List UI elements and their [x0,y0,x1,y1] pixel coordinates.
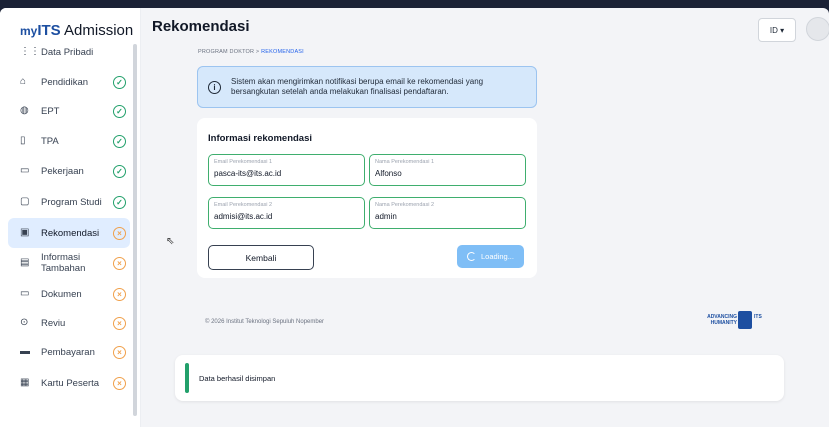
sidebar-item-label: Pembayaran [41,346,95,358]
mouse-cursor-icon: ⇖ [166,236,175,247]
spinner-icon [467,252,477,261]
field-value[interactable]: pasca-its@its.ac.id [214,169,281,178]
window-top-bar [0,0,829,8]
field-label: Nama Perekomendasi 2 [375,202,435,208]
recommendation-icon: ▣ [20,227,30,238]
x-circle-icon: × [113,345,126,359]
check-circle-icon: ✓ [113,164,126,178]
x-circle-icon: × [113,287,126,301]
sidebar-item-label: TPA [41,135,59,147]
sidebar-item-label: Reviu [41,317,66,329]
sidebar-item-label: Rekomendasi [41,227,100,239]
alert-text: Sistem akan mengirimkan notifikasi berup… [231,77,484,96]
briefcase-icon: ▭ [20,165,30,176]
breadcrumb-current: REKOMENDASI [261,49,304,55]
grid-icon: ⋮⋮ [20,46,40,57]
sidebar-item-kartu-peserta[interactable]: ▦ Kartu Peserta × [8,368,130,398]
avatar[interactable] [806,17,829,41]
x-circle-icon: × [113,226,126,240]
breadcrumb-parent[interactable]: PROGRAM DOKTOR [198,49,254,55]
success-toast: Data berhasil disimpan [175,355,784,401]
sidebar-item-label: Data Pribadi [41,46,94,58]
sidebar-item-data-pribadi[interactable]: ⋮⋮ Data Pribadi [8,37,130,67]
sidebar-item-label: Kartu Peserta [41,377,100,389]
its-logo-text: ITS [754,314,762,320]
check-circle-icon: ✓ [113,104,126,118]
loading-label: Loading... [481,252,514,261]
sidebar-item-reviu[interactable]: ⊙ Reviu × [8,308,130,338]
brand-prefix: my [20,24,38,38]
field-value[interactable]: admisi@its.ac.id [214,212,272,221]
sidebar-item-label: EPT [41,105,60,117]
footer-copyright: © 2026 Institut Teknologi Sepuluh Nopemb… [205,319,325,325]
sidebar-item-informasi-tambahan[interactable]: ▤ Informasi Tambahan × [8,248,130,278]
check-circle-icon: ✓ [113,134,126,148]
sidebar-item-label: Pendidikan [41,76,89,88]
field-value[interactable]: admin [375,212,397,221]
sidebar-item-label: Informasi Tambahan [41,252,86,274]
sidebar-item-pekerjaan[interactable]: ▭ Pekerjaan ✓ [8,156,130,186]
info-doc-icon: ▤ [20,257,30,268]
toast-message: Data berhasil disimpan [199,374,276,383]
breadcrumb: PROGRAM DOKTOR > REKOMENDASI [198,49,304,55]
email-recommender-2-field[interactable]: Email Perekomendasi 2 admisi@its.ac.id [208,197,365,229]
card-icon: ▬ [20,346,30,357]
sidebar-item-pembayaran[interactable]: ▬ Pembayaran × [8,337,130,367]
folder-icon: ▭ [20,288,30,299]
toast-status-bar [185,363,189,393]
id-card-icon: ▦ [20,377,30,388]
field-value[interactable]: Alfonso [375,169,402,178]
document-icon: ▯ [20,135,26,146]
field-label: Email Perekomendasi 1 [214,159,273,165]
back-button[interactable]: Kembali [208,245,314,270]
info-icon: i [208,80,221,94]
sidebar-item-label: Dokumen [41,288,82,300]
its-logo-icon [738,311,752,329]
x-circle-icon: × [113,316,126,330]
field-label: Email Perekomendasi 2 [214,202,273,208]
search-icon: ⊙ [20,317,29,328]
sidebar: myITS Admission ⋮⋮ Data Pribadi ⌂ Pendidika… [0,8,141,427]
graduation-cap-icon: ⌂ [20,76,27,87]
email-recommender-1-field[interactable]: Email Perekomendasi 1 pasca-its@its.ac.i… [208,154,365,186]
program-icon: ▢ [20,196,30,207]
app-window: myITS Admission ⋮⋮ Data Pribadi ⌂ Pendidika… [0,8,829,427]
advancing-humanity-logo: ADVANCING HUMANITY [705,314,737,326]
check-circle-icon: ✓ [113,195,126,209]
name-recommender-1-field[interactable]: Nama Perekomendasi 1 Alfonso [369,154,526,186]
sidebar-item-label: Program Studi [41,196,102,208]
globe-icon: ◍ [20,105,29,116]
sidebar-item-tpa[interactable]: ▯ TPA ✓ [8,126,130,156]
page-title: Rekomendasi [152,18,250,35]
loading-button[interactable]: Loading... [457,245,524,268]
field-label: Nama Perekomendasi 1 [375,159,435,165]
language-select[interactable]: ID ▾ [758,18,796,42]
card-title: Informasi rekomendasi [208,133,313,144]
name-recommender-2-field[interactable]: Nama Perekomendasi 2 admin [369,197,526,229]
sidebar-item-rekomendasi[interactable]: ▣ Rekomendasi × [8,218,130,248]
logo-text-2: HUMANITY [710,319,737,326]
sidebar-item-ept[interactable]: ◍ EPT ✓ [8,96,130,126]
info-alert: i Sistem akan mengirimkan notifikasi ber… [197,66,537,108]
recommendation-card: Informasi rekomendasi Email Perekomendas… [197,118,537,278]
sidebar-scrollbar[interactable] [133,44,137,416]
sidebar-item-program-studi[interactable]: ▢ Program Studi ✓ [8,187,130,217]
x-circle-icon: × [113,256,126,270]
check-circle-icon: ✓ [113,75,126,89]
sidebar-item-dokumen[interactable]: ▭ Dokumen × [8,279,130,309]
x-circle-icon: × [113,376,126,390]
sidebar-item-pendidikan[interactable]: ⌂ Pendidikan ✓ [8,67,130,97]
sidebar-item-label: Pekerjaan [41,165,84,177]
